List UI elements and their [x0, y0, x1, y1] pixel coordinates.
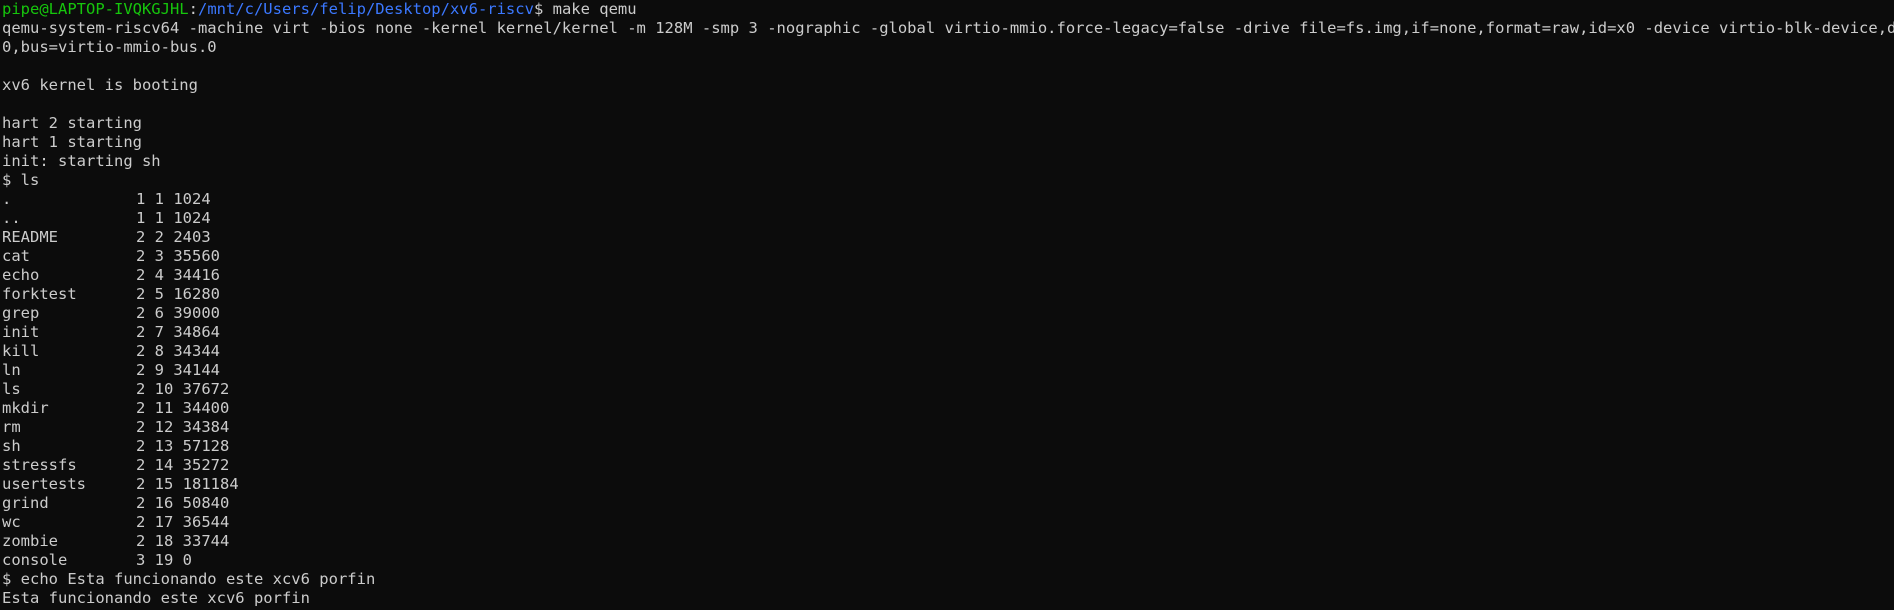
ls-entry-name: ln — [2, 361, 21, 379]
ls-entry: mkdir 2 11 34400 — [2, 399, 1894, 418]
prompt-user-host: pipe@LAPTOP-IVQKGJHL — [2, 0, 189, 18]
ls-entry: rm 2 12 34384 — [2, 418, 1894, 437]
ls-entry-name: . — [2, 190, 12, 208]
ls-entry-info: 2 7 34864 — [136, 323, 220, 341]
ls-entry: ls 2 10 37672 — [2, 380, 1894, 399]
ls-entry-info: 2 13 57128 — [136, 437, 230, 455]
ls-entry-info: 2 16 50840 — [136, 494, 230, 512]
ls-entry-name: wc — [2, 513, 21, 531]
prompt-symbol: $ — [533, 0, 553, 18]
ls-command: $ ls — [2, 171, 40, 189]
ls-entry: console 3 19 0 — [2, 551, 1894, 570]
prompt-path: /mnt/c/Users/felip/Desktop/xv6-riscv — [197, 0, 534, 18]
ls-entry: usertests 2 15 181184 — [2, 475, 1894, 494]
ls-entry: .. 1 1 1024 — [2, 209, 1894, 228]
ls-entry-info: 2 10 37672 — [136, 380, 230, 398]
hart-1-message: hart 1 starting — [2, 133, 142, 151]
boot-message: xv6 kernel is booting — [2, 76, 198, 94]
ls-entry-info: 2 3 35560 — [136, 247, 220, 265]
ls-entry-info: 1 1 1024 — [136, 190, 211, 208]
ls-entry-info: 2 15 181184 — [136, 475, 239, 493]
ls-entry-name: README — [2, 228, 58, 246]
ls-entry-name: rm — [2, 418, 21, 436]
ls-entry-name: grind — [2, 494, 49, 512]
prompt-command: make qemu — [552, 0, 637, 18]
ls-entry: cat 2 3 35560 — [2, 247, 1894, 266]
qemu-command-line-1: qemu-system-riscv64 -machine virt -bios … — [2, 19, 1894, 37]
ls-entry: zombie 2 18 33744 — [2, 532, 1894, 551]
ls-entry-name: zombie — [2, 532, 58, 550]
ls-entry-info: 2 9 34144 — [136, 361, 220, 379]
ls-entry: wc 2 17 36544 — [2, 513, 1894, 532]
ls-entry: grep 2 6 39000 — [2, 304, 1894, 323]
ls-entry-info: 2 14 35272 — [136, 456, 230, 474]
ls-entry: echo 2 4 34416 — [2, 266, 1894, 285]
ls-entry-name: .. — [2, 209, 21, 227]
ls-entry-info: 2 2 2403 — [136, 228, 211, 246]
ls-entry: kill 2 8 34344 — [2, 342, 1894, 361]
ls-entry-name: mkdir — [2, 399, 49, 417]
echo-output: Esta funcionando este xcv6 porfin — [2, 589, 310, 607]
qemu-command-line-2: 0,bus=virtio-mmio-bus.0 — [2, 38, 217, 56]
ls-entry-info: 3 19 0 — [136, 551, 192, 569]
ls-entry-name: forktest — [2, 285, 77, 303]
ls-entry-info: 2 11 34400 — [136, 399, 230, 417]
ls-entry-name: init — [2, 323, 40, 341]
ls-entry-info: 2 5 16280 — [136, 285, 220, 303]
ls-entry: stressfs 2 14 35272 — [2, 456, 1894, 475]
ls-entry: forktest 2 5 16280 — [2, 285, 1894, 304]
echo-command: $ echo Esta funcionando este xcv6 porfin — [2, 570, 376, 588]
ls-entry: grind 2 16 50840 — [2, 494, 1894, 513]
ls-output: . 1 1 1024.. 1 1 1024 README 2 2 2403 cat 2 3 … — [2, 190, 1894, 570]
ls-entry-info: 2 17 36544 — [136, 513, 230, 531]
ls-entry: ln 2 9 34144 — [2, 361, 1894, 380]
ls-entry-name: stressfs — [2, 456, 77, 474]
ls-entry-info: 2 6 39000 — [136, 304, 220, 322]
ls-entry-name: ls — [2, 380, 21, 398]
ls-entry-info: 2 4 34416 — [136, 266, 220, 284]
ls-entry-name: kill — [2, 342, 40, 360]
ls-entry-name: echo — [2, 266, 40, 284]
ls-entry-info: 2 8 34344 — [136, 342, 220, 360]
terminal-window[interactable]: pipe@LAPTOP-IVQKGJHL:/mnt/c/Users/felip/… — [0, 0, 1894, 610]
ls-entry-name: usertests — [2, 475, 86, 493]
ls-entry-name: cat — [2, 247, 30, 265]
ls-entry: sh 2 13 57128 — [2, 437, 1894, 456]
ls-entry-name: grep — [2, 304, 40, 322]
ls-entry: init 2 7 34864 — [2, 323, 1894, 342]
shell-prompt-line: pipe@LAPTOP-IVQKGJHL:/mnt/c/Users/felip/… — [2, 0, 1894, 19]
ls-entry-info: 2 12 34384 — [136, 418, 230, 436]
ls-entry-name: console — [2, 551, 68, 569]
ls-entry-name: sh — [2, 437, 21, 455]
hart-2-message: hart 2 starting — [2, 114, 142, 132]
ls-entry: README 2 2 2403 — [2, 228, 1894, 247]
ls-entry-info: 2 18 33744 — [136, 532, 230, 550]
prompt-separator: : — [188, 0, 198, 18]
init-message: init: starting sh — [2, 152, 161, 170]
ls-entry-info: 1 1 1024 — [136, 209, 211, 227]
ls-entry: . 1 1 1024 — [2, 190, 1894, 209]
